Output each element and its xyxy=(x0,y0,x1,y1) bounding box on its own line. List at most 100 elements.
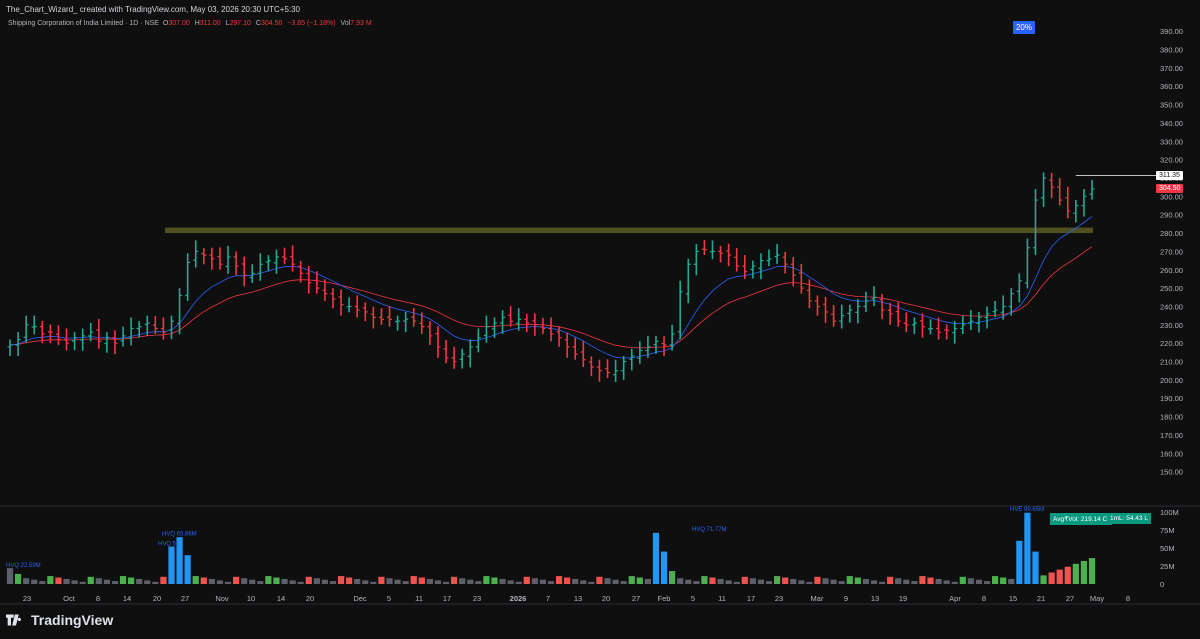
ohlc-bar[interactable] xyxy=(370,306,376,329)
volume-bar[interactable] xyxy=(854,577,861,584)
ohlc-bar[interactable] xyxy=(701,240,707,256)
volume-bar[interactable] xyxy=(313,578,320,584)
ohlc-bar[interactable] xyxy=(508,306,514,327)
ohlc-bar[interactable] xyxy=(669,324,675,351)
volume-bar[interactable] xyxy=(983,581,991,584)
ohlc-bar[interactable] xyxy=(661,336,667,357)
ohlc-bar[interactable] xyxy=(330,288,336,309)
volume-bar[interactable] xyxy=(741,576,748,584)
ohlc-bar[interactable] xyxy=(572,337,578,360)
ohlc-bar[interactable] xyxy=(621,356,627,380)
volume-bar[interactable] xyxy=(410,576,417,584)
ohlc-bar[interactable] xyxy=(734,248,740,272)
ohlc-bar[interactable] xyxy=(39,321,45,344)
volume-bar[interactable] xyxy=(459,578,466,584)
volume-bar[interactable] xyxy=(451,576,458,584)
volume-bar[interactable] xyxy=(572,578,579,584)
volume-bar[interactable] xyxy=(200,577,207,584)
ohlc-bar[interactable] xyxy=(1057,178,1063,206)
volume-bar[interactable] xyxy=(709,577,716,584)
ohlc-bar[interactable] xyxy=(726,243,732,267)
ohlc-bar[interactable] xyxy=(653,335,659,354)
ohlc-bar[interactable] xyxy=(944,324,950,340)
volume-bar[interactable] xyxy=(838,581,845,584)
volume-bar[interactable] xyxy=(281,578,288,584)
ohlc-bar[interactable] xyxy=(790,256,796,287)
ohlc-bar[interactable] xyxy=(806,279,812,309)
ohlc-bar[interactable] xyxy=(677,280,683,340)
ohlc-bar[interactable] xyxy=(685,258,691,304)
volume-bar[interactable] xyxy=(136,578,143,584)
volume-bar[interactable] xyxy=(733,581,740,584)
volume-bar[interactable] xyxy=(232,576,240,584)
volume-bar[interactable] xyxy=(160,576,167,584)
volume-bar[interactable] xyxy=(1048,572,1055,584)
volume-bar[interactable] xyxy=(144,580,151,584)
volume-bar[interactable] xyxy=(6,568,14,584)
ohlc-bar[interactable] xyxy=(362,302,368,322)
ohlc-bar[interactable] xyxy=(282,247,288,265)
volume-bar[interactable] xyxy=(1088,558,1096,584)
ohlc-bar[interactable] xyxy=(168,315,174,340)
volume-bar[interactable] xyxy=(1016,540,1023,584)
ohlc-bar[interactable] xyxy=(419,312,425,334)
ohlc-bar[interactable] xyxy=(217,247,223,270)
volume-bar[interactable] xyxy=(386,578,393,584)
volume-bar[interactable] xyxy=(95,578,102,584)
ohlc-bar[interactable] xyxy=(201,248,207,265)
ohlc-bar[interactable] xyxy=(596,359,602,382)
ohlc-bar[interactable] xyxy=(72,332,78,351)
volume-bar[interactable] xyxy=(644,578,651,584)
volume-bar[interactable] xyxy=(39,581,46,584)
volume-bar[interactable] xyxy=(216,580,224,584)
ohlc-bar[interactable] xyxy=(887,302,893,325)
ohlc-bar[interactable] xyxy=(580,340,586,368)
volume-bar[interactable] xyxy=(168,546,175,584)
volume-bar[interactable] xyxy=(701,576,708,584)
ohlc-bar[interactable] xyxy=(387,306,393,327)
volume-bar[interactable] xyxy=(628,576,635,584)
ohlc-bar[interactable] xyxy=(500,310,506,334)
volume-bar[interactable] xyxy=(846,576,853,584)
ohlc-bar[interactable] xyxy=(709,240,715,260)
ohlc-bar[interactable] xyxy=(483,315,489,343)
volume-bar[interactable] xyxy=(491,577,498,584)
ohlc-bar[interactable] xyxy=(160,317,166,340)
volume-bar[interactable] xyxy=(55,577,62,584)
ohlc-bar[interactable] xyxy=(814,295,820,316)
ohlc-bar[interactable] xyxy=(395,315,401,331)
ohlc-bar[interactable] xyxy=(871,286,877,307)
volume-bar[interactable] xyxy=(790,578,797,584)
ohlc-bar[interactable] xyxy=(491,317,497,339)
volume-bar[interactable] xyxy=(265,576,272,584)
ohlc-bar[interactable] xyxy=(629,348,635,371)
volume-bar[interactable] xyxy=(329,581,337,584)
volume-bar[interactable] xyxy=(475,581,482,584)
ohlc-bar[interactable] xyxy=(1041,172,1047,207)
resistance-zone[interactable] xyxy=(165,227,1093,234)
volume-bar[interactable] xyxy=(47,576,54,584)
ohlc-bar[interactable] xyxy=(766,249,772,267)
ohlc-bar[interactable] xyxy=(895,302,901,327)
ohlc-bar[interactable] xyxy=(823,296,829,323)
ohlc-bar[interactable] xyxy=(1089,179,1095,200)
volume-bar[interactable] xyxy=(773,576,781,584)
volume-bar[interactable] xyxy=(717,578,724,584)
volume-bar[interactable] xyxy=(1072,563,1079,584)
volume-bar[interactable] xyxy=(911,581,918,584)
volume-bar[interactable] xyxy=(224,581,232,584)
volume-bar[interactable] xyxy=(241,578,248,584)
volume-bar[interactable] xyxy=(685,579,692,584)
volume-bar[interactable] xyxy=(935,578,942,584)
ohlc-bar[interactable] xyxy=(903,312,909,333)
ohlc-bar[interactable] xyxy=(354,295,360,318)
ohlc-bar[interactable] xyxy=(839,304,845,329)
ohlc-bar[interactable] xyxy=(209,247,215,270)
volume-bar[interactable] xyxy=(967,578,974,584)
volume-bar[interactable] xyxy=(346,577,353,584)
volume-bar[interactable] xyxy=(564,577,571,584)
volume-bar[interactable] xyxy=(1080,560,1088,584)
volume-bar[interactable] xyxy=(434,580,442,584)
volume-bar[interactable] xyxy=(273,577,280,584)
ohlc-bar[interactable] xyxy=(290,245,296,272)
